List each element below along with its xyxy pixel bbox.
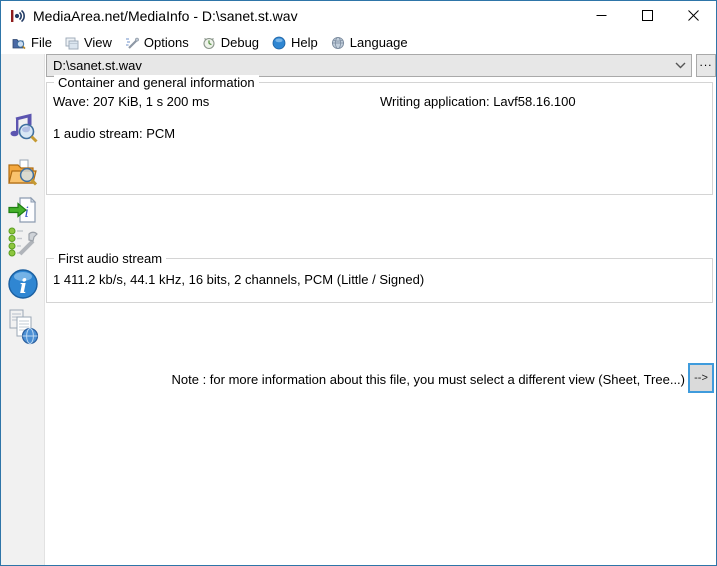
file-path-combobox[interactable]: D:\sanet.st.wav [46,54,692,77]
open-file-button[interactable] [5,111,41,147]
view-menu-icon [65,36,79,50]
menu-language[interactable]: Language [327,33,414,52]
open-folder-button[interactable] [5,156,41,192]
minimize-icon [596,9,607,24]
chevron-down-icon[interactable] [669,62,691,69]
web-documents-button[interactable] [5,308,41,349]
menu-help[interactable]: Help [268,33,324,52]
container-format-line: Wave: 207 KiB, 1 s 200 ms [53,94,210,109]
menu-options-label: Options [143,35,189,50]
open-file-icon [7,112,39,147]
window-controls [578,1,716,31]
options-menu-icon [125,36,139,50]
window-title: MediaArea.net/MediaInfo - D:\sanet.st.wa… [33,8,298,24]
help-menu-icon [272,36,286,50]
language-menu-icon [331,36,345,50]
file-menu-icon [12,36,26,50]
file-path-value: D:\sanet.st.wav [53,58,142,73]
menu-file-label: File [31,35,52,50]
export-info-button[interactable]: i [5,193,41,229]
menu-file[interactable]: File [8,33,58,52]
open-folder-icon [7,157,39,192]
menu-help-label: Help [291,35,318,50]
next-view-button[interactable]: --> [688,363,714,393]
preferences-button[interactable] [5,225,41,261]
minimize-button[interactable] [578,1,624,31]
audio-stream-groupbox: First audio stream 1 411.2 kb/s, 44.1 kH… [46,251,713,303]
audio-summary-line: 1 411.2 kb/s, 44.1 kHz, 16 bits, 2 chann… [53,272,425,287]
maximize-icon [641,9,653,24]
svg-text:i: i [20,274,28,298]
web-documents-icon [6,308,40,349]
browse-button[interactable]: ... [696,54,716,77]
menubar: File View Options Debug Help Language [1,31,716,54]
menu-view[interactable]: View [61,33,118,52]
debug-menu-icon [202,36,216,50]
export-info-icon: i [7,194,39,229]
writing-application-line: Writing application: Lavf58.16.100 [380,94,576,109]
audio-stream-legend: First audio stream [54,251,167,266]
about-icon: i [6,267,40,304]
close-icon [687,9,699,24]
menu-debug[interactable]: Debug [198,33,265,52]
titlebar[interactable]: MediaArea.net/MediaInfo - D:\sanet.st.wa… [1,1,716,31]
stream-count-line: 1 audio stream: PCM [53,126,176,141]
general-info-legend: Container and general information [54,75,259,90]
menu-options[interactable]: Options [121,33,195,52]
about-button[interactable]: i [5,267,41,303]
menu-debug-label: Debug [220,35,260,50]
preferences-icon [7,226,39,261]
general-info-groupbox: Container and general information Wave: … [46,75,713,195]
toolbar: i i [1,54,45,565]
mediainfo-app-icon [10,8,26,24]
maximize-button[interactable] [624,1,670,31]
mediainfo-window: MediaArea.net/MediaInfo - D:\sanet.st.wa… [0,0,717,566]
view-note-text: Note : for more information about this f… [171,372,686,387]
svg-text:i: i [25,205,29,221]
menu-view-label: View [83,35,112,50]
close-button[interactable] [670,1,716,31]
menu-language-label: Language [349,35,408,50]
